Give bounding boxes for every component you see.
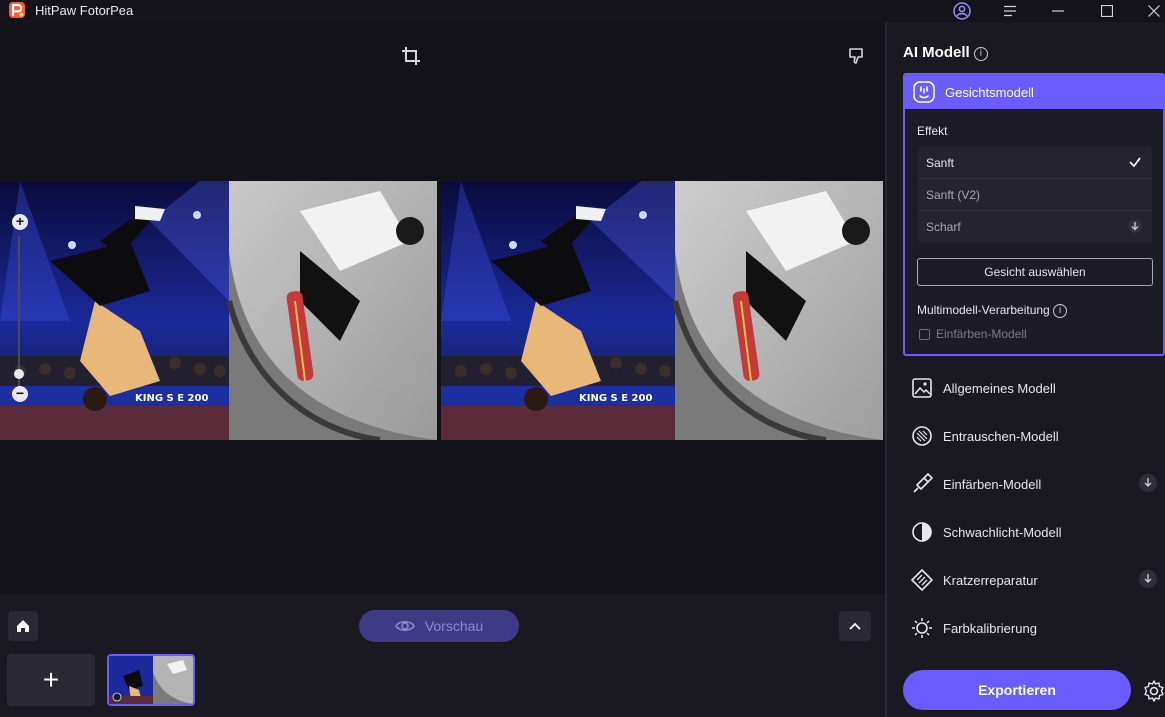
gear-icon[interactable] xyxy=(1142,679,1165,703)
model-lowlight[interactable]: Schwachlicht-Modell xyxy=(903,514,1165,550)
zoom-in-button[interactable]: + xyxy=(12,214,28,230)
download-icon[interactable] xyxy=(1139,570,1157,588)
home-button[interactable] xyxy=(8,611,38,641)
add-image-button[interactable]: + xyxy=(7,654,95,706)
eye-icon xyxy=(394,621,415,631)
original-image: KING S E 200 xyxy=(0,181,437,440)
preview-button[interactable]: Vorschau xyxy=(359,610,519,642)
colorize-icon xyxy=(913,473,933,493)
effect-list: Sanft Sanft (V2) Scharf xyxy=(918,147,1152,243)
chevron-up-icon xyxy=(849,622,861,630)
lowlight-icon xyxy=(912,522,932,542)
model-colorize[interactable]: Einfärben-Modell xyxy=(903,466,1165,502)
effect-option-sanft[interactable]: Sanft xyxy=(918,147,1152,179)
face-model-card: Gesichtsmodell Effekt Sanft Sanft (V2) S… xyxy=(903,73,1165,356)
menu-icon[interactable] xyxy=(998,0,1022,22)
image-thumbnail[interactable] xyxy=(107,654,195,706)
preview-label: Vorschau xyxy=(424,618,484,634)
image-icon xyxy=(912,378,932,398)
app-title: HitPaw FotorPea xyxy=(35,3,134,18)
select-face-button[interactable]: Gesicht auswählen xyxy=(917,258,1153,286)
denoise-icon xyxy=(912,426,932,446)
face-model-label: Gesichtsmodell xyxy=(945,84,1034,100)
svg-text:KING S E 200: KING S E 200 xyxy=(135,393,208,404)
info-icon[interactable]: i xyxy=(973,47,988,61)
maximize-icon[interactable] xyxy=(1095,0,1119,22)
info-icon[interactable]: i xyxy=(1053,304,1068,318)
app-logo-icon xyxy=(9,2,25,18)
minimize-icon[interactable] xyxy=(1046,0,1070,22)
colorize-checkbox[interactable]: Einfärben-Modell xyxy=(919,327,1027,341)
sun-icon xyxy=(912,618,932,638)
scratch-icon xyxy=(911,569,933,591)
face-model-header[interactable]: Gesichtsmodell xyxy=(905,75,1163,109)
effect-option-sanft-v2[interactable]: Sanft (V2) xyxy=(918,179,1152,211)
close-icon[interactable] xyxy=(1142,0,1165,22)
home-icon xyxy=(17,620,29,632)
export-button[interactable]: Exportieren xyxy=(903,670,1131,710)
zoom-slider[interactable] xyxy=(18,236,20,388)
expand-up-button[interactable] xyxy=(839,611,871,641)
face-model-icon xyxy=(913,81,935,103)
svg-text:KING S E 200: KING S E 200 xyxy=(579,393,652,404)
panel-title: AI Modell i xyxy=(903,44,988,61)
checkmark-icon xyxy=(1129,157,1141,168)
model-denoise[interactable]: Entrauschen-Modell xyxy=(903,418,1165,454)
effect-option-scharf[interactable]: Scharf xyxy=(918,211,1152,243)
enhanced-image: KING S E 200 xyxy=(441,181,883,440)
model-general[interactable]: Allgemeines Modell xyxy=(903,370,1165,406)
title-bar: HitPaw FotorPea xyxy=(0,0,1165,22)
dislike-icon[interactable] xyxy=(847,46,867,66)
model-color-calibration[interactable]: Farbkalibrierung xyxy=(903,610,1165,646)
download-icon[interactable] xyxy=(1128,219,1142,233)
multi-model-label: Multimodell-Verarbeitung i xyxy=(917,303,1068,318)
zoom-out-button[interactable]: − xyxy=(12,386,28,402)
download-icon[interactable] xyxy=(1139,474,1157,492)
zoom-slider-handle[interactable] xyxy=(14,369,24,379)
model-scratch-repair[interactable]: Kratzerreparatur xyxy=(903,562,1165,598)
account-icon[interactable] xyxy=(950,0,974,22)
crop-icon[interactable] xyxy=(401,46,421,66)
checkbox-box[interactable] xyxy=(919,328,930,340)
effect-title: Effekt xyxy=(917,124,948,138)
